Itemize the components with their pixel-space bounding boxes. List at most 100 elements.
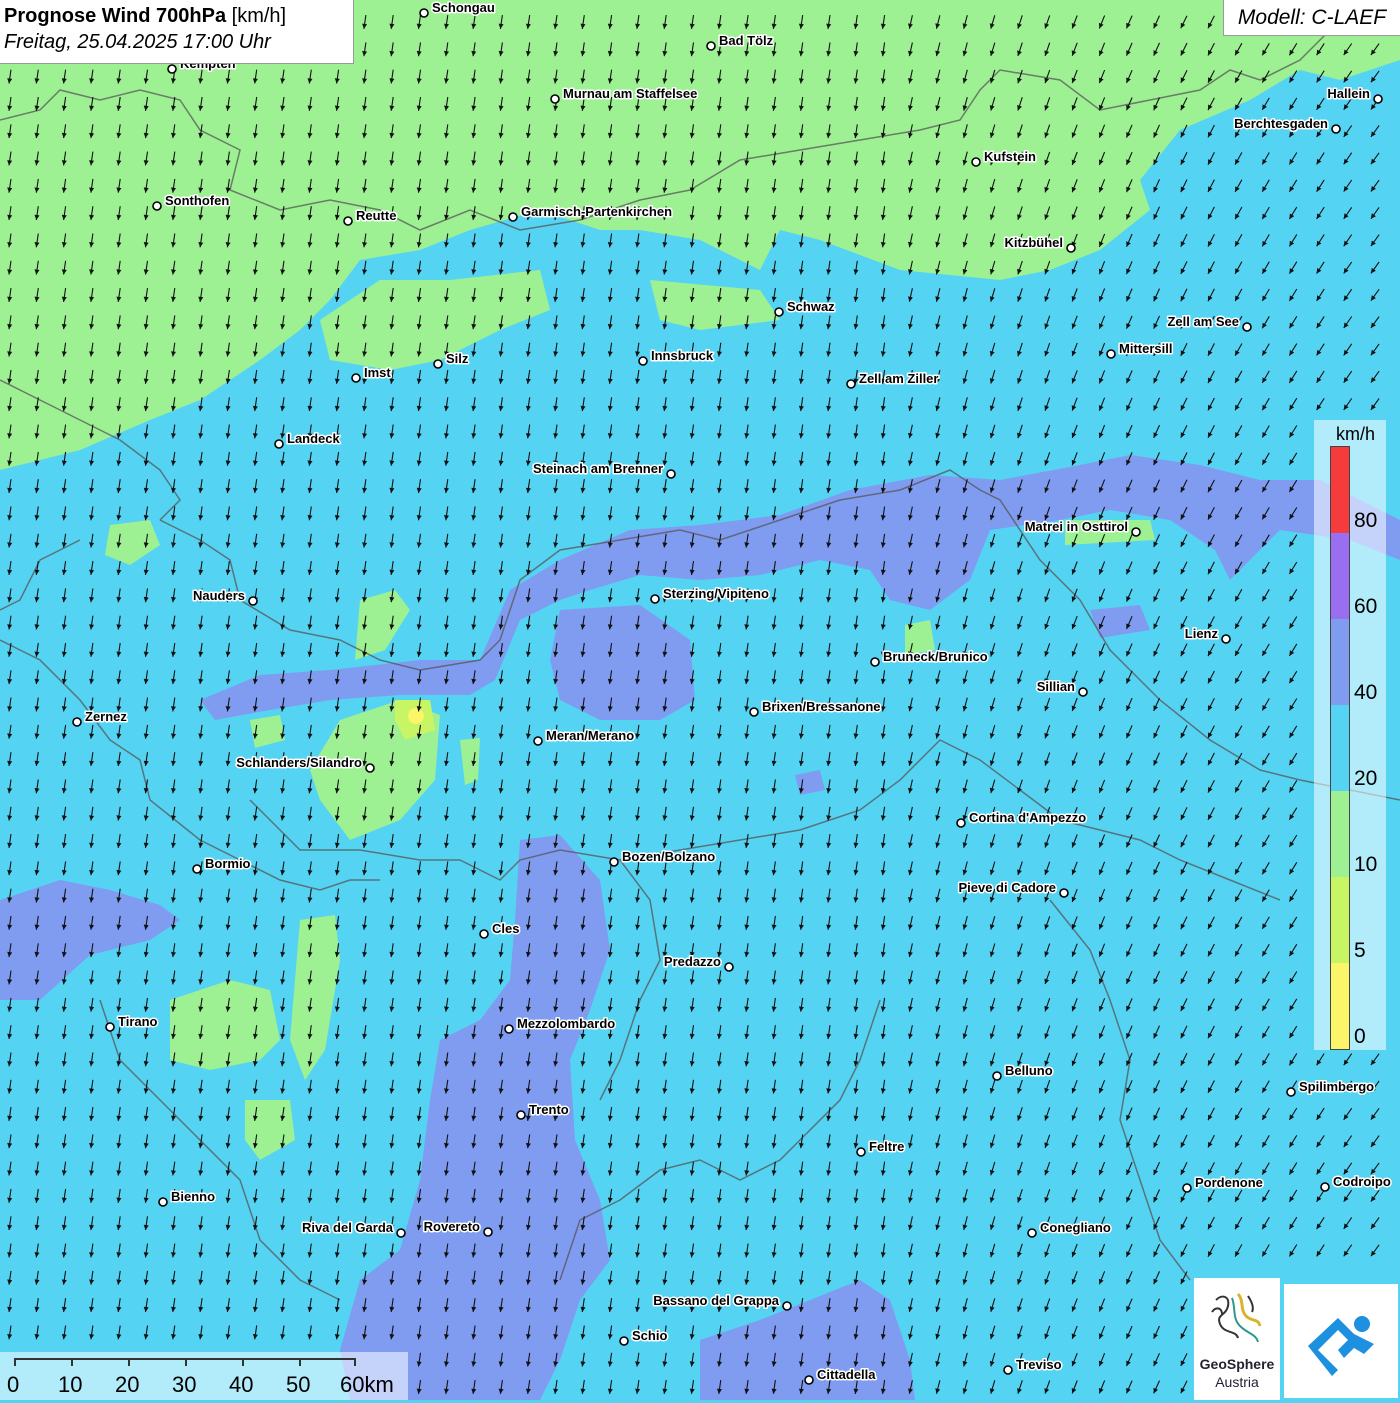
city-dot-icon (516, 1110, 526, 1120)
city-marker: Bruneck/Brunico (870, 648, 989, 667)
scale-tick (185, 1358, 187, 1366)
map-title: Prognose Wind 700hPa [km/h] (4, 3, 353, 29)
logo-text-geosphere: GeoSphere (1199, 1356, 1275, 1372)
city-label: Steinach am Brenner (533, 461, 663, 476)
city-marker: Berchtesgaden (1233, 115, 1341, 134)
city-dot-icon (1106, 349, 1116, 359)
city-marker: Riva del Garda (300, 1219, 406, 1238)
city-dot-icon (1131, 527, 1141, 537)
scale-label-30: 30 (172, 1372, 197, 1397)
city-dot-icon (1059, 888, 1069, 898)
city-label: Bormio (205, 856, 251, 871)
city-label: Kufstein (984, 149, 1036, 164)
city-dot-icon (724, 962, 734, 972)
city-dot-icon (508, 212, 518, 222)
city-dot-icon (365, 763, 375, 773)
city-label: Treviso (1016, 1357, 1062, 1372)
wind-map: SchongauKemptenBad TölzMurnau am Staffel… (0, 0, 1400, 1400)
city-label: Berchtesgaden (1234, 116, 1328, 131)
legend-unit: km/h (1336, 424, 1376, 444)
city-marker: Mezzolombardo (504, 1015, 617, 1034)
city-dot-icon (158, 1197, 168, 1207)
city-label: Brixen/Bressanone (762, 699, 881, 714)
city-label: Codroipo (1333, 1174, 1391, 1189)
city-dot-icon (419, 8, 429, 18)
city-dot-icon (1286, 1087, 1296, 1097)
city-marker: Zell am Ziller (846, 370, 940, 389)
city-dot-icon (274, 439, 284, 449)
scale-label-10: 10 (58, 1372, 83, 1397)
city-marker: Schlanders/Silandro (235, 754, 375, 773)
city-dot-icon (483, 1227, 493, 1237)
city-label: Schlanders/Silandro (236, 755, 362, 770)
scale-tick (71, 1358, 73, 1366)
city-label: Cortina d'Ampezzo (969, 810, 1086, 825)
city-dot-icon (650, 594, 660, 604)
city-dot-icon (638, 356, 648, 366)
city-label: Belluno (1005, 1063, 1053, 1078)
scale-tick (128, 1358, 130, 1366)
city-label: Trento (529, 1102, 569, 1117)
city-marker: Innsbruck (638, 347, 715, 366)
city-label: Mittersill (1119, 341, 1172, 356)
city-label: Schongau (432, 0, 495, 15)
city-dot-icon (846, 379, 856, 389)
city-label: Bienno (171, 1189, 215, 1204)
city-marker: Schongau (419, 0, 496, 18)
legend-seg-40-60 (1331, 619, 1349, 705)
city-dot-icon (396, 1228, 406, 1238)
city-dot-icon (1242, 322, 1252, 332)
legend-tick-80: 80 (1354, 509, 1378, 532)
city-dot-icon (992, 1071, 1002, 1081)
city-marker: Bozen/Bolzano (609, 848, 717, 867)
city-dot-icon (956, 818, 966, 828)
legend-seg-20-40 (1331, 705, 1349, 791)
city-marker: Zell am See (1166, 313, 1252, 332)
city-label: Bruneck/Brunico (883, 649, 988, 664)
city-dot-icon (804, 1375, 814, 1385)
scale-tick (354, 1358, 356, 1366)
city-marker: Steinach am Brenner (531, 460, 676, 479)
city-label: Landeck (287, 431, 341, 446)
city-label: Sonthofen (165, 193, 229, 208)
city-label: Predazzo (664, 954, 721, 969)
city-dot-icon (870, 657, 880, 667)
city-label: Feltre (869, 1139, 904, 1154)
city-dot-icon (774, 307, 784, 317)
city-dot-icon (72, 717, 82, 727)
city-label: Zell am Ziller (859, 371, 938, 386)
city-dot-icon (609, 857, 619, 867)
legend-seg-10-20 (1331, 791, 1349, 877)
city-dot-icon (343, 216, 353, 226)
city-label: Meran/Merano (546, 728, 634, 743)
city-label: Nauders (193, 588, 245, 603)
city-dot-icon (351, 373, 361, 383)
city-marker: Pordenone (1182, 1174, 1264, 1193)
city-dot-icon (533, 736, 543, 746)
city-label: Mezzolombardo (517, 1016, 615, 1031)
city-label: Imst (364, 365, 391, 380)
city-label: Hallein (1327, 86, 1370, 101)
city-dot-icon (479, 929, 489, 939)
app-logo-icon (1308, 1316, 1374, 1376)
city-label: Cles (492, 921, 519, 936)
city-label: Sterzing/Vipiteno (663, 586, 769, 601)
legend-tick-0: 0 (1354, 1025, 1366, 1048)
city-dot-icon (1027, 1228, 1037, 1238)
city-label: Schwaz (787, 299, 835, 314)
scale-tick (14, 1358, 16, 1366)
city-label: Tirano (118, 1014, 158, 1029)
city-dot-icon (192, 864, 202, 874)
scale-label-0: 0 (7, 1372, 20, 1397)
city-label: Conegliano (1040, 1220, 1111, 1235)
city-dot-icon (1078, 687, 1088, 697)
city-label: Innsbruck (651, 348, 714, 363)
legend-tick-20: 20 (1354, 767, 1378, 790)
city-marker: Conegliano (1027, 1219, 1112, 1238)
city-dot-icon (619, 1336, 629, 1346)
city-dot-icon (1320, 1182, 1330, 1192)
city-label: Lienz (1185, 626, 1219, 641)
city-dot-icon (167, 64, 177, 74)
city-marker: Matrei in Osttirol (1023, 518, 1141, 537)
scale-label-50: 50 (286, 1372, 311, 1397)
